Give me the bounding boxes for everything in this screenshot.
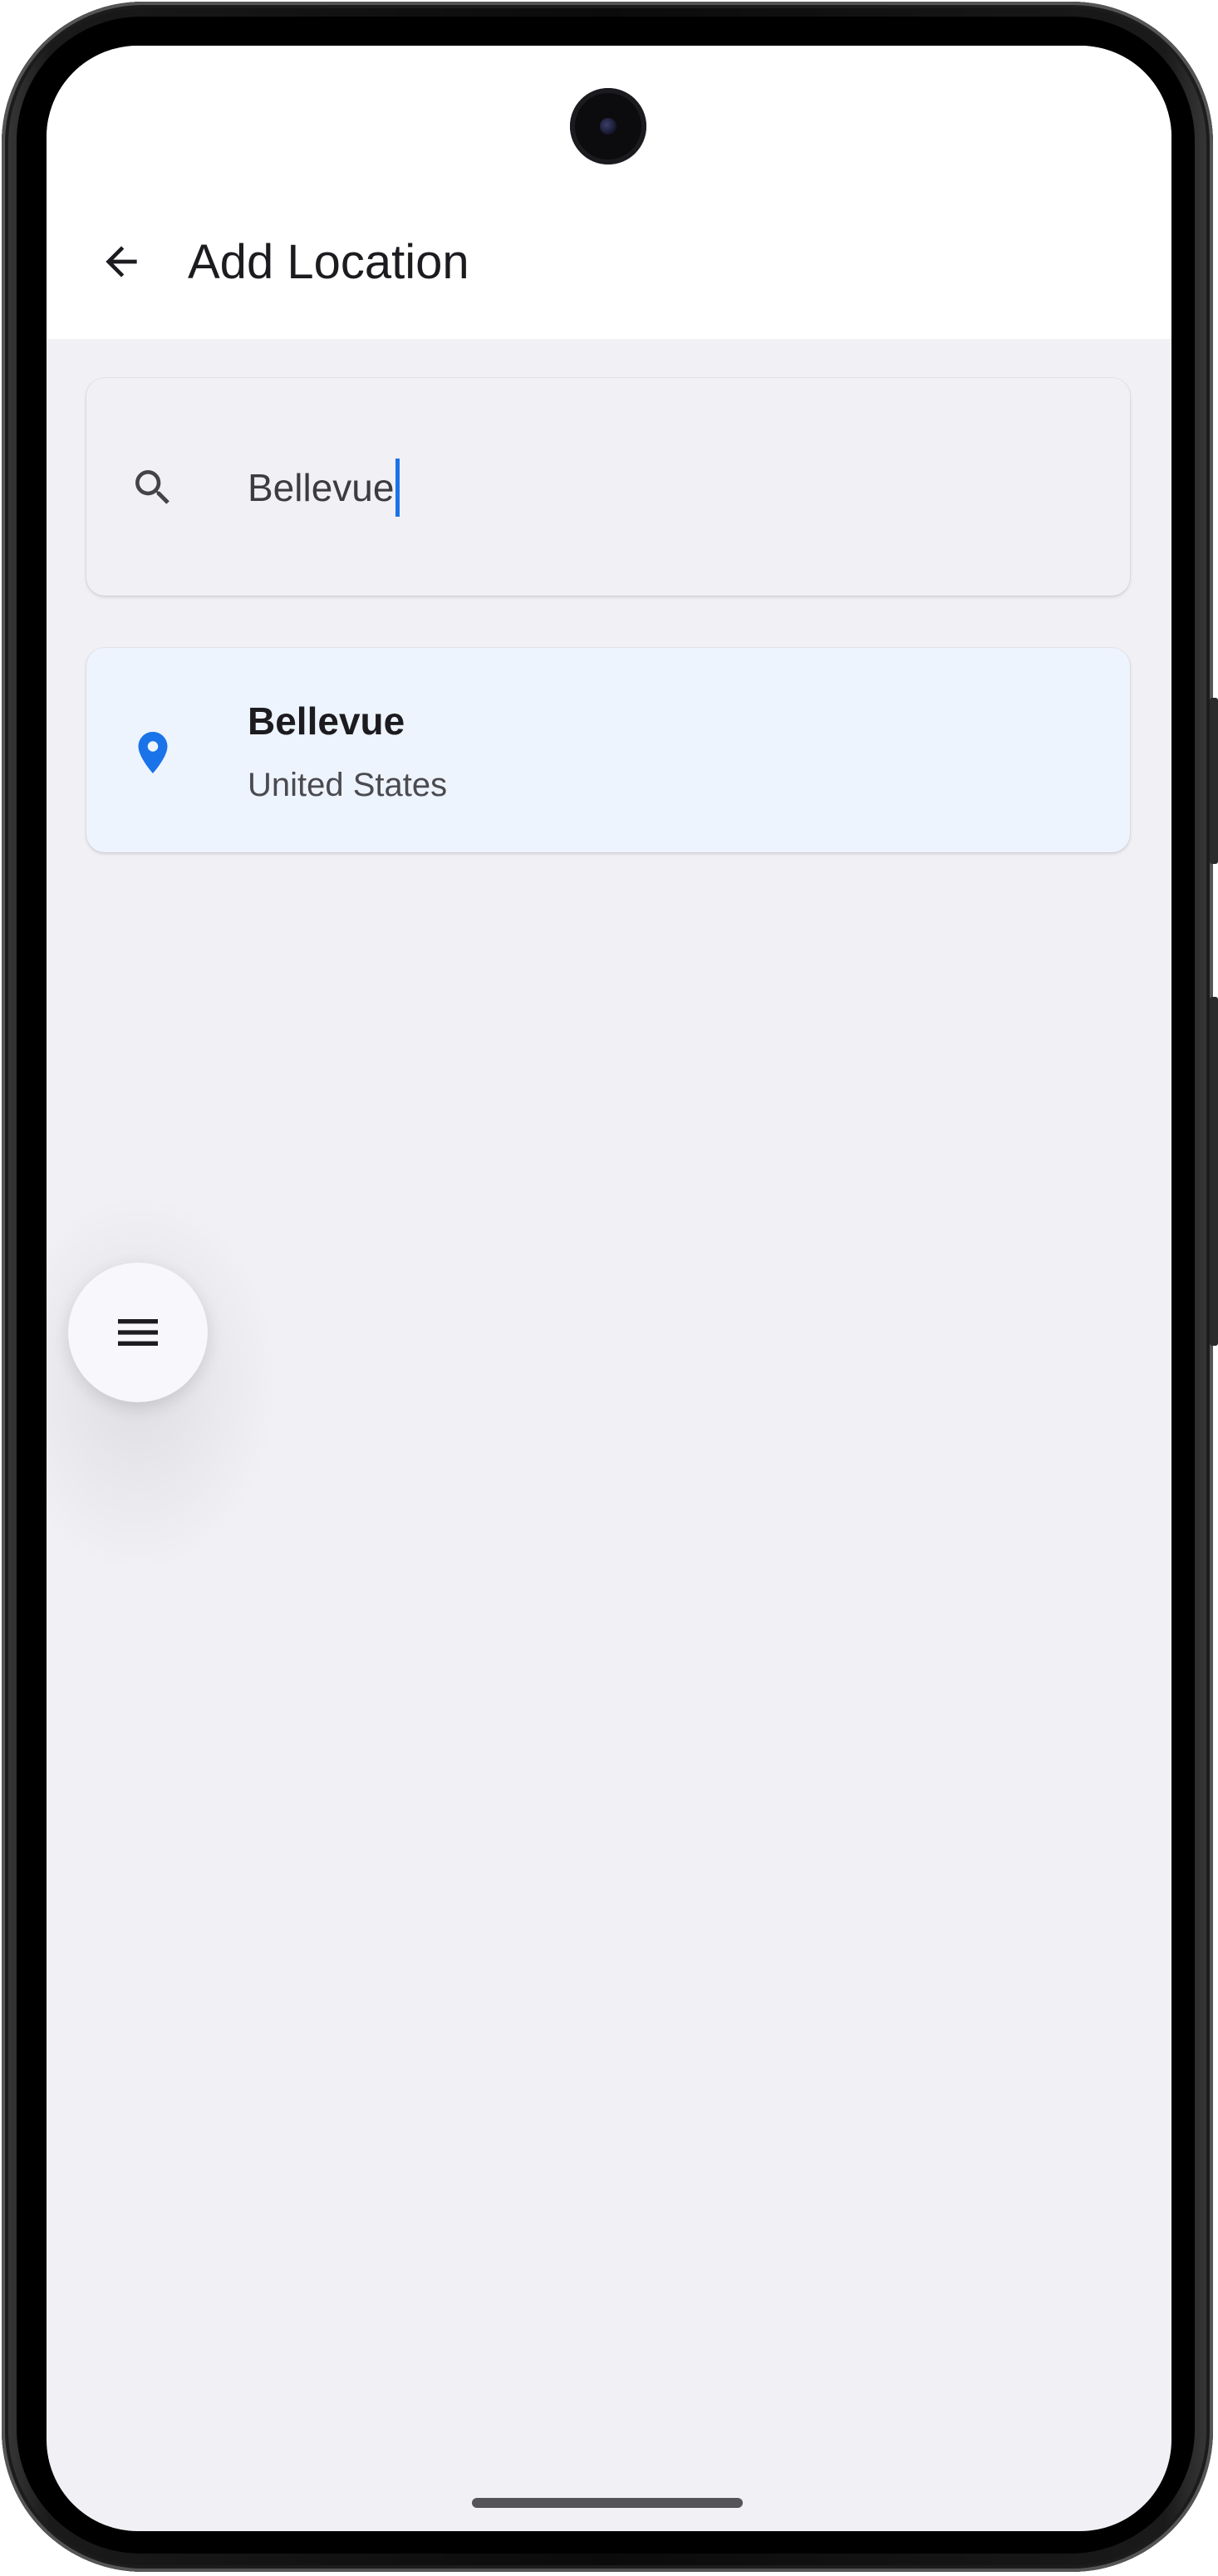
search-input[interactable]: Bellevue bbox=[248, 456, 394, 519]
menu-icon bbox=[118, 1319, 158, 1346]
result-item[interactable]: Bellevue United States bbox=[86, 648, 1130, 852]
phone-device: Add Location Bellevue Bellevue United St… bbox=[0, 0, 1218, 2576]
front-camera bbox=[570, 88, 646, 164]
search-card[interactable]: Bellevue bbox=[86, 378, 1130, 596]
menu-fab[interactable] bbox=[68, 1263, 208, 1402]
home-indicator[interactable] bbox=[472, 2498, 743, 2508]
back-button[interactable] bbox=[88, 228, 155, 295]
result-name: Bellevue bbox=[248, 699, 405, 743]
text-cursor bbox=[395, 459, 400, 517]
screen: Add Location Bellevue Bellevue United St… bbox=[47, 46, 1171, 2531]
search-icon bbox=[135, 470, 169, 504]
app-bar: Add Location bbox=[47, 46, 1171, 339]
search-field[interactable]: Bellevue bbox=[248, 456, 400, 519]
result-country: United States bbox=[248, 767, 448, 803]
power-button bbox=[1210, 997, 1218, 1346]
location-pin-icon bbox=[138, 732, 168, 773]
page-title: Add Location bbox=[188, 235, 469, 289]
volume-button bbox=[1210, 698, 1218, 864]
arrow-back-icon bbox=[106, 246, 137, 277]
